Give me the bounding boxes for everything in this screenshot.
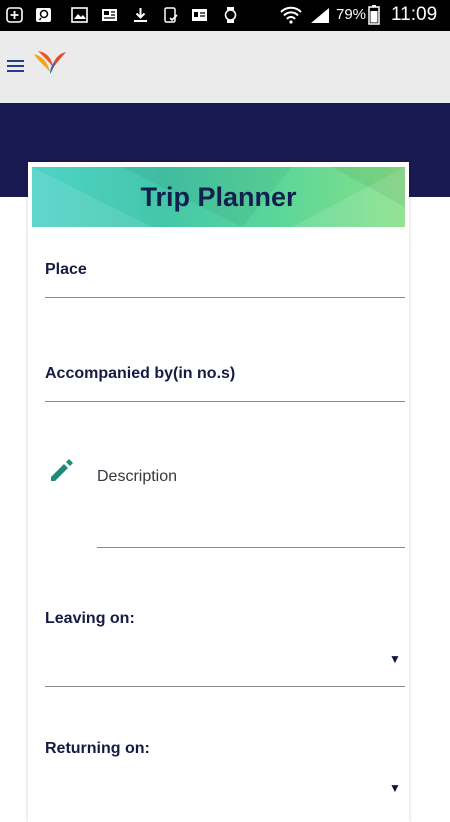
battery-icon bbox=[368, 5, 380, 25]
leaving-underline bbox=[45, 686, 405, 687]
battery-percent: 79% bbox=[336, 6, 367, 23]
leaving-label: Leaving on: bbox=[45, 610, 135, 627]
returning-dropdown-arrow-icon: ▼ bbox=[389, 781, 401, 795]
wifi-icon bbox=[280, 6, 302, 24]
phone-check-icon bbox=[162, 7, 179, 23]
bird-logo-icon bbox=[32, 50, 68, 78]
place-input[interactable] bbox=[45, 258, 405, 298]
description-underline bbox=[97, 547, 405, 548]
image-icon bbox=[71, 7, 88, 23]
pencil-icon bbox=[48, 456, 76, 484]
card-icon bbox=[191, 7, 208, 23]
add-notification-icon bbox=[6, 7, 23, 23]
hamburger-menu-icon[interactable] bbox=[7, 60, 24, 74]
leaving-dropdown-arrow-icon: ▼ bbox=[389, 652, 401, 666]
status-bar: 79% 11:09 bbox=[0, 0, 450, 31]
chat-icon bbox=[35, 7, 52, 23]
app-bar bbox=[0, 31, 450, 103]
accompanied-underline bbox=[45, 401, 405, 402]
accompanied-input[interactable] bbox=[45, 362, 405, 402]
news-icon bbox=[101, 7, 118, 23]
clock: 11:09 bbox=[391, 4, 438, 25]
download-icon bbox=[132, 7, 149, 23]
description-input[interactable] bbox=[97, 455, 405, 547]
place-underline bbox=[45, 297, 405, 298]
title-banner: Trip Planner bbox=[32, 167, 405, 227]
watch-icon bbox=[222, 7, 239, 23]
leaving-date-dropdown[interactable] bbox=[45, 640, 405, 680]
returning-date-dropdown[interactable] bbox=[45, 770, 405, 800]
page-title: Trip Planner bbox=[140, 182, 297, 212]
signal-icon bbox=[310, 7, 330, 23]
returning-label: Returning on: bbox=[45, 740, 150, 757]
